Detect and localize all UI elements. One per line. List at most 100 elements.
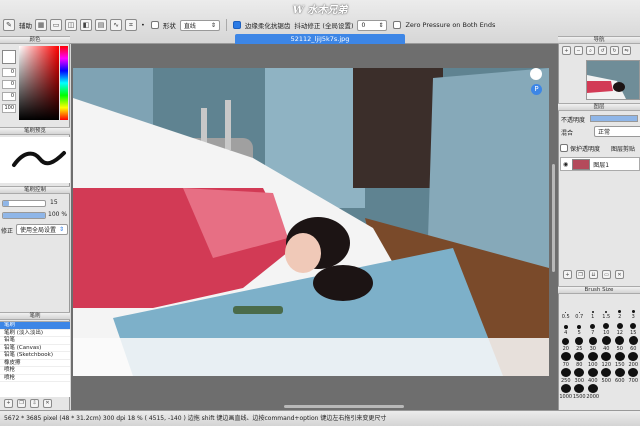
brush-size-cell[interactable]: 60 <box>627 336 640 352</box>
symmetry-icon[interactable]: ◧ <box>80 19 92 31</box>
brush-size-cell[interactable]: 80 <box>573 352 587 368</box>
brush-size-cell[interactable]: 2 <box>613 304 627 320</box>
brush-list-item[interactable]: 铅笔 (Sketchbook) <box>0 352 70 360</box>
horizontal-scrollbar[interactable] <box>284 405 404 408</box>
brush-list-item[interactable]: 铅笔 <box>0 337 70 345</box>
layer-item[interactable]: ◉ 图层1 <box>560 157 640 171</box>
rotate-left-icon[interactable]: ↺ <box>598 46 607 55</box>
brush-size-cell[interactable]: 2000 <box>586 384 600 400</box>
snap-icon[interactable]: ⌗ <box>125 19 137 31</box>
color-panel-title: 颜色 <box>0 36 70 44</box>
layer-folder-icon[interactable]: ▭ <box>602 270 611 279</box>
layer-visibility-icon[interactable]: ◉ <box>563 161 568 168</box>
duplicate-layer-icon[interactable]: ❐ <box>576 270 585 279</box>
brush-list-item[interactable]: 笔刷 <box>0 322 70 330</box>
brush-list-item[interactable]: 喷枪 <box>0 375 70 382</box>
brush-size-dot <box>560 352 571 361</box>
brush-size-cell[interactable]: 100 <box>586 352 600 368</box>
brush-size-cell[interactable]: 10 <box>600 320 614 336</box>
brush-size-cell[interactable]: 5 <box>573 320 587 336</box>
edge-aa-checkbox[interactable] <box>232 21 241 29</box>
color-value-1[interactable]: 0 <box>2 68 16 77</box>
navigator-thumbnail[interactable] <box>586 60 640 100</box>
brush-size-cell[interactable]: 40 <box>600 336 614 352</box>
brush-size-cell[interactable]: 1500 <box>573 384 587 400</box>
brush-list-item[interactable]: 铅笔 (Canvas) <box>0 345 70 352</box>
blend-mode-select[interactable]: 正常 <box>594 126 640 137</box>
brush-size-cell[interactable]: 600 <box>613 368 627 384</box>
protect-alpha-checkbox[interactable] <box>560 144 568 152</box>
shape-checkbox[interactable] <box>150 21 159 29</box>
perspective-icon[interactable]: ◫ <box>65 19 77 31</box>
import-brush-icon[interactable]: ⇩ <box>30 398 39 408</box>
layer-bottom-buttons: + ❐ ⇊ ▭ ✕ <box>560 270 640 282</box>
new-brush-icon[interactable]: + <box>4 398 13 408</box>
grid-icon[interactable]: ▦ <box>35 19 47 31</box>
merge-layer-icon[interactable]: ⇊ <box>589 270 598 279</box>
brush-size-cell[interactable]: 150 <box>613 352 627 368</box>
brush-size-cell[interactable]: 12 <box>613 320 627 336</box>
delete-brush-icon[interactable]: ✕ <box>43 398 52 408</box>
guide-icon[interactable]: ▤ <box>95 19 107 31</box>
color-value-4[interactable]: 100 <box>2 104 16 113</box>
vertical-scrollbar[interactable] <box>552 164 555 272</box>
brush-size-cell[interactable]: 120 <box>600 352 614 368</box>
brush-list-item[interactable]: 喷枪 <box>0 367 70 375</box>
brush-size-cell[interactable]: 1.5 <box>600 304 614 320</box>
zoom-in-icon[interactable]: + <box>562 46 571 55</box>
ruler-icon[interactable]: ▭ <box>50 19 62 31</box>
brush-size-dot <box>575 337 584 345</box>
brush-size-cell[interactable]: 25 <box>573 336 587 352</box>
brush-size-cell[interactable]: 70 <box>559 352 573 368</box>
brush-size-cell[interactable]: 30 <box>586 336 600 352</box>
brush-size-cell[interactable]: 400 <box>586 368 600 384</box>
layer-opacity-slider[interactable] <box>590 115 638 122</box>
brush-list-item[interactable]: 橡皮擦 <box>0 360 70 367</box>
brush-size-cell[interactable]: 15 <box>627 320 640 336</box>
zoom-out-icon[interactable]: − <box>574 46 583 55</box>
brush-size-cell[interactable]: 700 <box>627 368 640 384</box>
brush-size-cell[interactable]: 200 <box>627 352 640 368</box>
stabilizer-select[interactable]: 0 ⇕ <box>357 19 388 31</box>
brush-size-cell[interactable]: 0.5 <box>559 304 573 320</box>
color-picker-field[interactable] <box>19 46 59 120</box>
canvas-photo[interactable] <box>73 68 549 376</box>
status-bar: 5672 * 3685 pixel (48 * 31.2cm) 300 dpi … <box>0 410 640 426</box>
zero-pressure-checkbox[interactable] <box>393 21 402 29</box>
zoom-fit-icon[interactable]: ⌕ <box>586 46 595 55</box>
color-value-2[interactable]: 0 <box>2 80 16 89</box>
brush-size-cell[interactable]: 50 <box>613 336 627 352</box>
new-layer-icon[interactable]: + <box>563 270 572 279</box>
delete-layer-icon[interactable]: ✕ <box>615 270 624 279</box>
brush-size-cell[interactable]: 3 <box>627 304 640 320</box>
duplicate-brush-icon[interactable]: ❐ <box>17 398 26 408</box>
brush-size-dot <box>578 312 580 313</box>
curve-icon[interactable]: ∿ <box>110 19 122 31</box>
brush-size-cell[interactable]: 20 <box>559 336 573 352</box>
current-color-swatch[interactable] <box>2 50 16 64</box>
brush-size-slider[interactable] <box>2 200 46 207</box>
brush-size-cell[interactable]: 300 <box>573 368 587 384</box>
brush-size-cell[interactable]: 4 <box>559 320 573 336</box>
rotate-right-icon[interactable]: ↻ <box>610 46 619 55</box>
brush-size-cell[interactable]: 1000 <box>559 384 573 400</box>
edge-aa-label: 边缘柔化抗锯齿 <box>244 22 291 30</box>
brush-size-cell[interactable]: 500 <box>600 368 614 384</box>
color-value-3[interactable]: 0 <box>2 92 16 101</box>
brush-size-cell[interactable]: 250 <box>559 368 573 384</box>
shape-label: 形状 <box>162 22 176 30</box>
navigator-title: 导航 <box>558 36 640 44</box>
brush-size-cell[interactable]: 7 <box>586 320 600 336</box>
flip-icon[interactable]: ⇋ <box>622 46 631 55</box>
shape-select[interactable]: 直线 ⇕ <box>179 19 220 31</box>
brush-size-value: 15 <box>50 199 58 206</box>
divider <box>225 19 227 31</box>
brush-opacity-slider[interactable] <box>2 212 46 219</box>
pen-tool-icon[interactable]: ✎ <box>3 19 15 31</box>
global-setting-select[interactable]: 使用全局设置 ⇕ <box>16 224 68 235</box>
brush-list-item[interactable]: 笔刷 (淡入淡出) <box>0 330 70 337</box>
brush-size-cell[interactable]: 1 <box>586 304 600 320</box>
hue-slider[interactable] <box>60 46 68 120</box>
brush-size-cell[interactable]: 0.7 <box>573 304 587 320</box>
document-tab[interactable]: 52112_ljiJ5k7s.jpg <box>235 34 405 44</box>
